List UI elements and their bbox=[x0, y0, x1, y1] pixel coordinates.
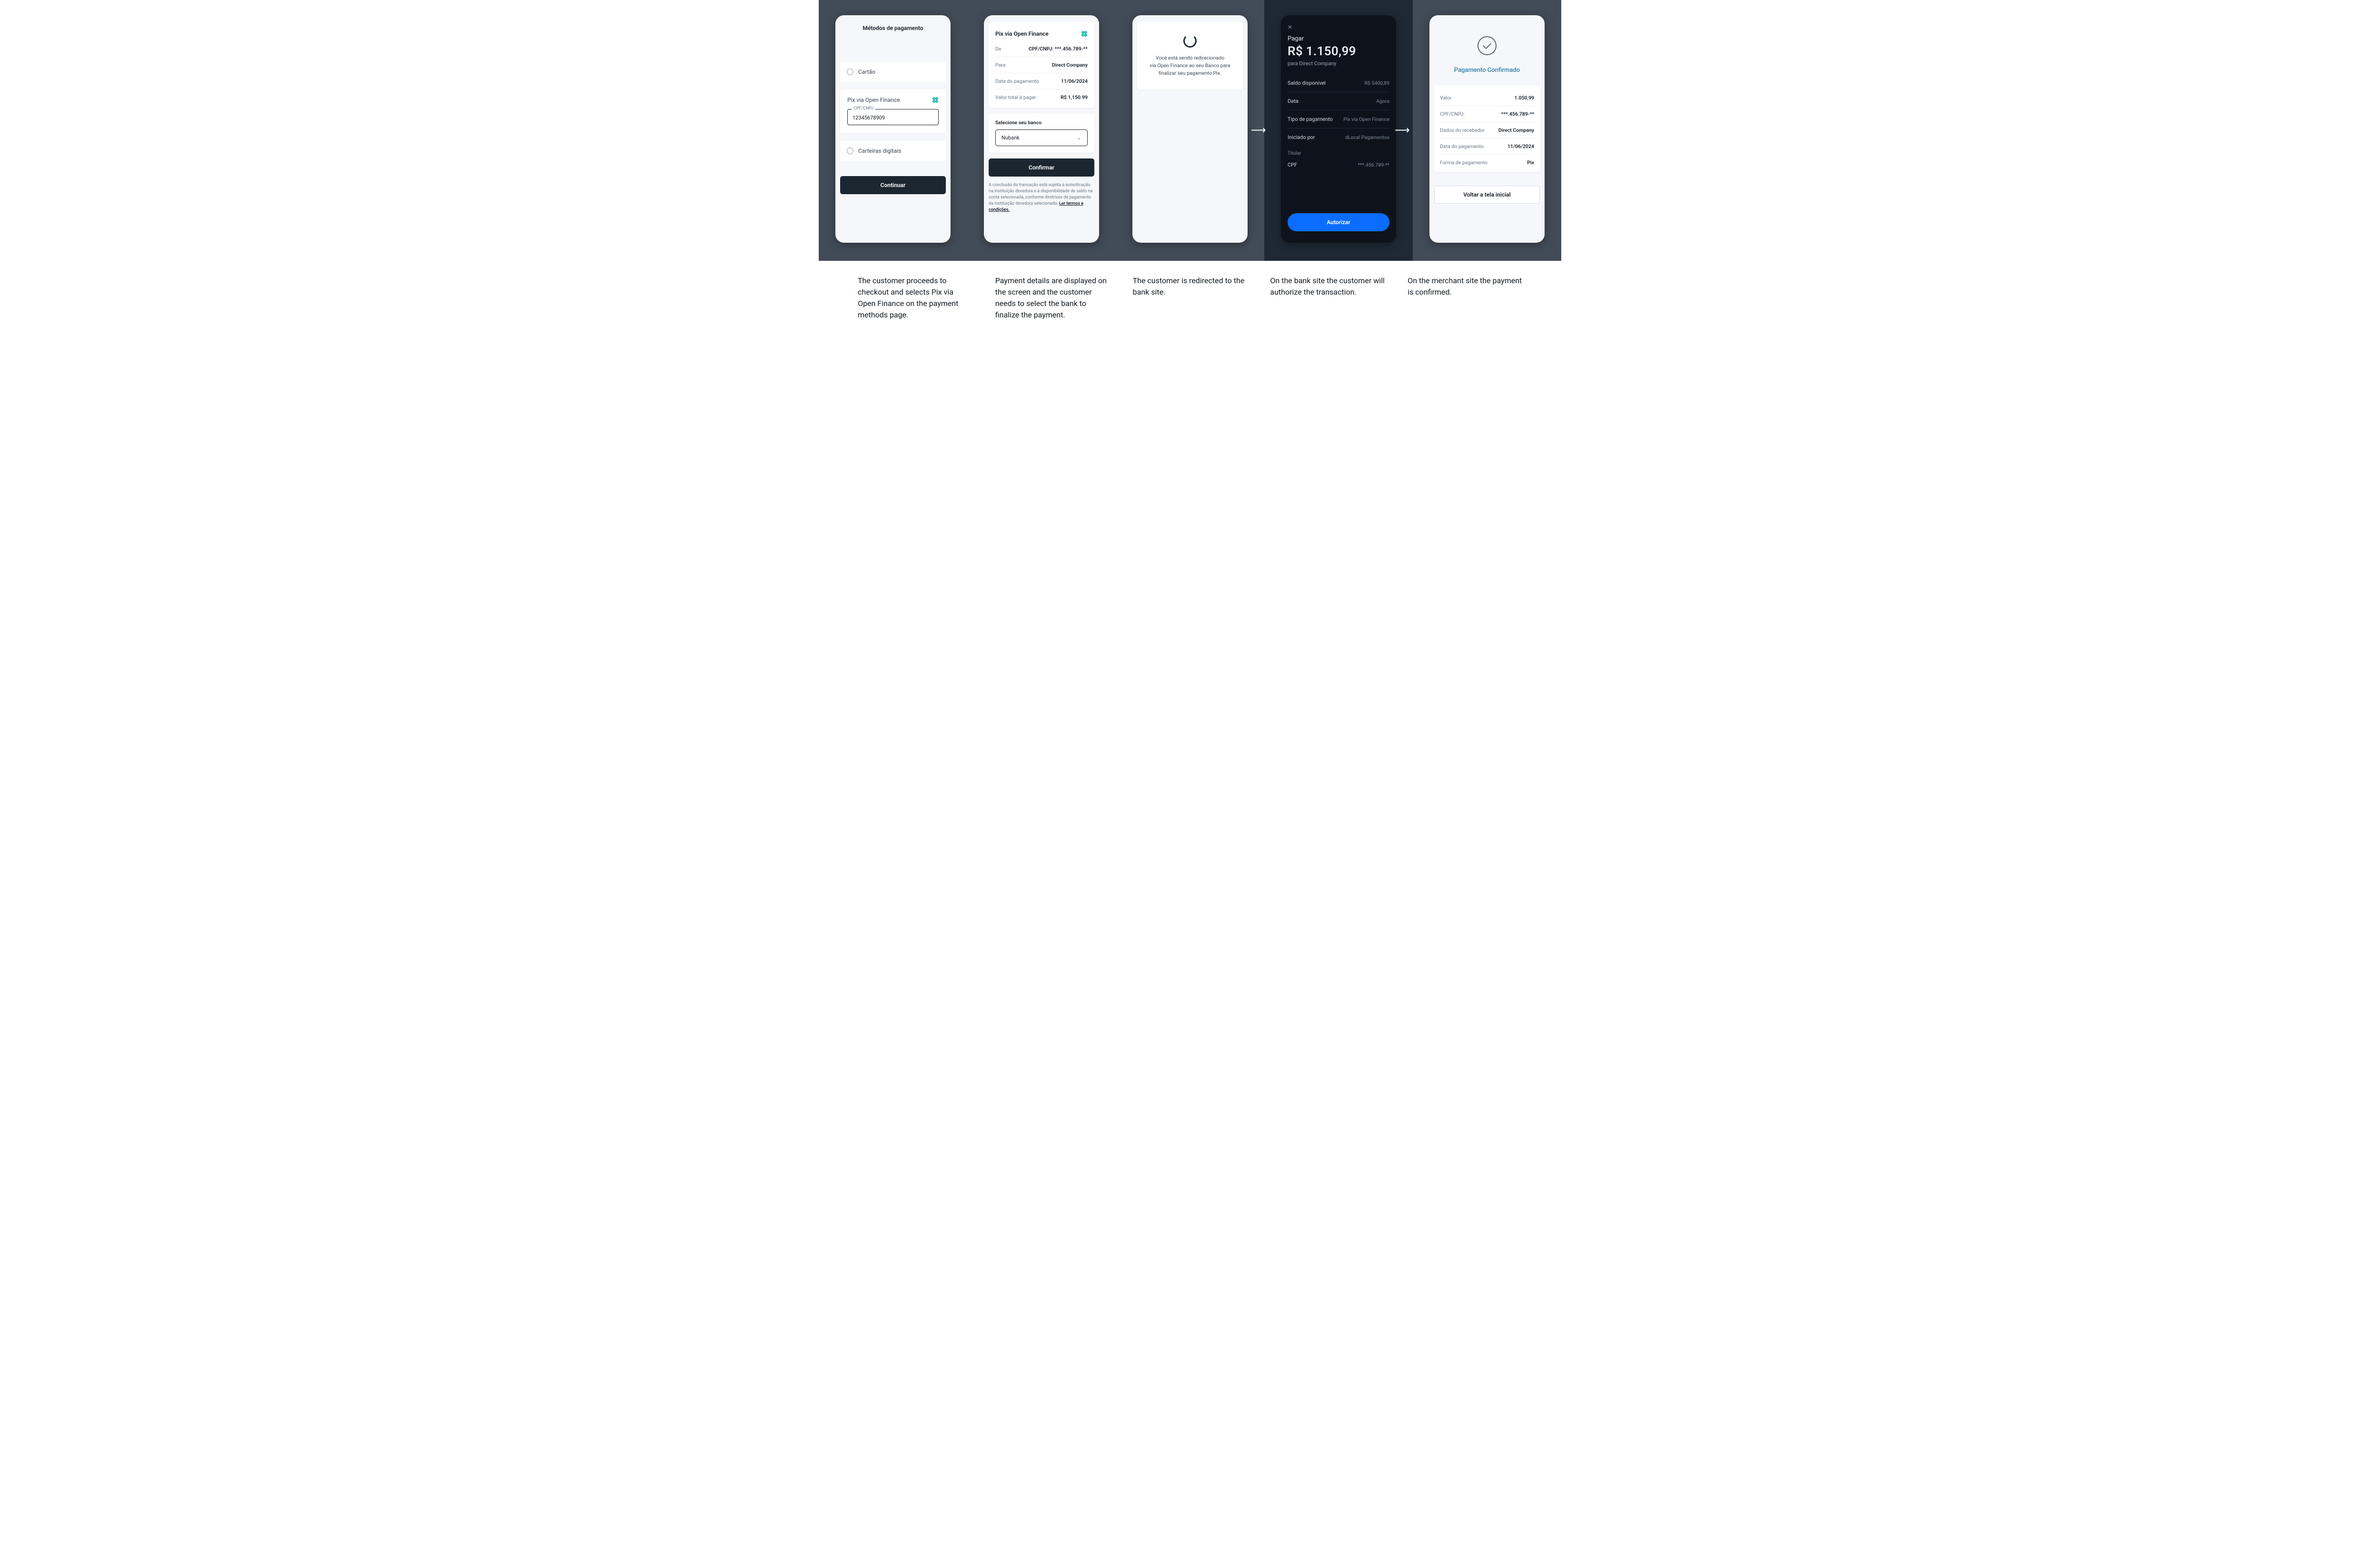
row-method: Forma de pagamentoPix bbox=[1440, 155, 1534, 170]
confirmed-title: Pagamento Confirmado bbox=[1434, 67, 1540, 74]
card-title: Pix via Open Finance bbox=[995, 30, 1049, 37]
redirect-message: Você está sendo redirecionado via Open F… bbox=[1146, 54, 1234, 77]
caption-3: The customer is redirected to the bank s… bbox=[1133, 275, 1248, 321]
method-label: Cartão bbox=[858, 69, 875, 75]
caption-4: On the bank site the customer will autho… bbox=[1270, 275, 1385, 321]
screen-payment-methods: Métodos de pagamento Cartão Pix via Open… bbox=[835, 15, 951, 243]
pix-icon bbox=[931, 95, 940, 105]
spinner-icon bbox=[1183, 34, 1197, 48]
chevron-down-icon: ⌄ bbox=[1077, 135, 1081, 141]
arrow-icon: ⟶ bbox=[1395, 125, 1410, 137]
caption-5: On the merchant site the payment is conf… bbox=[1408, 275, 1522, 321]
row-date: Data do pagamento11/06/2024 bbox=[1440, 138, 1534, 155]
method-option-card[interactable]: Cartão bbox=[840, 62, 946, 82]
method-label: Carteiras digitais bbox=[858, 148, 901, 154]
confirm-button[interactable]: Confirmar bbox=[989, 158, 1094, 177]
captions-row: The customer proceeds to checkout and se… bbox=[819, 261, 1561, 340]
close-icon[interactable]: ✕ bbox=[1288, 24, 1389, 30]
success-check-icon bbox=[1478, 36, 1497, 55]
arrow-icon: ⟶ bbox=[1251, 125, 1266, 137]
pix-icon bbox=[1080, 29, 1089, 39]
screen-bank-authorize: ✕ Pagar R$ 1.150,99 para Direct Company … bbox=[1281, 15, 1396, 243]
radio-icon bbox=[847, 148, 853, 154]
row-cpf: CPF/CNPJ:***.456.789-** bbox=[1440, 106, 1534, 122]
row-type: Tipo de pagamentoPix via Open Finance bbox=[1288, 110, 1389, 129]
row-amount: Valor1.050,99 bbox=[1440, 90, 1534, 106]
caption-1: The customer proceeds to checkout and se… bbox=[858, 275, 972, 321]
field-label: CPF/CNPJ bbox=[852, 106, 875, 111]
row-initiated-by: Iniciado pordLocal Pagamentos bbox=[1288, 129, 1389, 146]
row-total: Valor total à pagarR$ 1,150.99 bbox=[995, 89, 1088, 105]
radio-icon bbox=[847, 69, 853, 75]
field-value: 12345678909 bbox=[853, 115, 885, 121]
cpf-input[interactable]: CPF/CNPJ 12345678909 bbox=[847, 109, 939, 125]
pay-label: Pagar bbox=[1288, 35, 1389, 42]
amount: R$ 1.150,99 bbox=[1288, 44, 1389, 59]
caption-2: Payment details are displayed on the scr… bbox=[995, 275, 1110, 321]
continue-button[interactable]: Continuar bbox=[840, 176, 946, 194]
bank-select[interactable]: Nubank ⌄ bbox=[995, 129, 1088, 146]
row-balance: Saldo disponívelR$ 5400,89 bbox=[1288, 74, 1389, 92]
screen-redirect: Você está sendo redirecionado via Open F… bbox=[1132, 15, 1248, 243]
payee: para Direct Company bbox=[1288, 60, 1389, 67]
authorize-button[interactable]: Autorizar bbox=[1288, 213, 1389, 231]
screen-payment-details: Pix via Open Finance DeCPF/CNPJ: ***.456… bbox=[984, 15, 1099, 243]
disclaimer: A conclusão da transação está sujeita à … bbox=[989, 182, 1094, 213]
row-cpf: CPF***.456.789-** bbox=[1288, 156, 1389, 174]
method-option-pix[interactable]: Pix via Open Finance CPF/CNPJ 1234567890… bbox=[840, 89, 946, 133]
section-titular: Titular bbox=[1288, 146, 1389, 156]
page-title: Métodos de pagamento bbox=[840, 22, 946, 33]
select-label: Selecione seu banco bbox=[995, 119, 1088, 126]
method-label: Pix via Open Finance bbox=[847, 97, 900, 103]
row-from: DeCPF/CNPJ: ***.456.789-** bbox=[995, 41, 1088, 57]
method-option-wallets[interactable]: Carteiras digitais bbox=[840, 141, 946, 161]
row-date: Data do pagamento11/06/2024 bbox=[995, 73, 1088, 89]
row-receiver: Dados do recebedorDirect Company bbox=[1440, 122, 1534, 138]
row-date: DataAgora bbox=[1288, 92, 1389, 110]
screen-confirmed: Pagamento Confirmado Valor1.050,99 CPF/C… bbox=[1429, 15, 1545, 243]
select-value: Nubank bbox=[1002, 135, 1020, 141]
row-to: ParaDirect Company bbox=[995, 57, 1088, 73]
back-home-button[interactable]: Voltar a tela inicial bbox=[1434, 186, 1540, 204]
